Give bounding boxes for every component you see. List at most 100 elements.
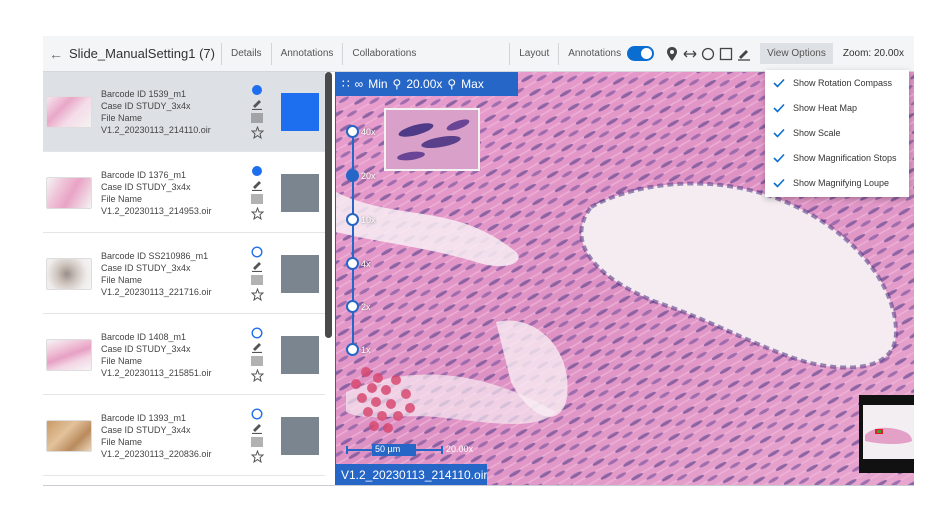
zoom-min-button[interactable]: Min [368, 77, 387, 91]
slide-actions [247, 327, 267, 382]
zoom-out-icon[interactable]: ⚲ [393, 77, 402, 91]
menu-item-label: Show Scale [793, 127, 841, 138]
case-id: Case ID STUDY_3x4x [101, 100, 191, 111]
checkmark-icon [773, 178, 785, 188]
pen-icon[interactable] [736, 45, 752, 63]
grid-icon[interactable]: ∷ [342, 77, 350, 91]
slide-meta: Barcode ID 1539_m1 Case ID STUDY_3x4x Fi… [101, 88, 241, 136]
view-options-menu: Show Rotation Compass Show Heat Map Show… [765, 70, 909, 197]
slide-list-item[interactable]: Barcode ID SS210986_m1 Case ID STUDY_3x4… [43, 234, 325, 314]
barcode-id: Barcode ID SS210986_m1 [101, 250, 209, 261]
pen-icon[interactable] [251, 179, 263, 191]
case-id: Case ID STUDY_3x4x [101, 343, 191, 354]
star-icon[interactable] [250, 450, 264, 463]
pen-icon[interactable] [251, 260, 263, 272]
slide-actions [247, 84, 267, 139]
case-id: Case ID STUDY_3x4x [101, 262, 191, 273]
menu-item-scale[interactable]: Show Scale [765, 120, 909, 145]
slide-list-item[interactable]: Barcode ID 1539_m1 Case ID STUDY_3x4x Fi… [43, 72, 325, 152]
barcode-icon[interactable] [251, 436, 263, 448]
pen-icon[interactable] [251, 422, 263, 434]
mag-stop-1x[interactable] [346, 343, 359, 356]
slide-thumbnail [46, 338, 92, 371]
status-open-icon[interactable] [251, 246, 263, 258]
layout-button[interactable]: Layout [510, 48, 558, 59]
slide-list: Barcode ID 1539_m1 Case ID STUDY_3x4x Fi… [43, 72, 335, 486]
menu-item-label: Show Heat Map [793, 102, 858, 113]
menu-item-magnifying-loupe[interactable]: Show Magnifying Loupe [765, 170, 909, 195]
mag-stop-10x[interactable] [346, 213, 359, 226]
magnifying-loupe[interactable] [384, 108, 480, 171]
slide-list-item[interactable]: Barcode ID 1376_m1 Case ID STUDY_3x4x Fi… [43, 153, 325, 233]
barcode-id: Barcode ID 1539_m1 [101, 88, 187, 99]
file-name-label: File Name [101, 274, 143, 285]
star-icon[interactable] [250, 369, 264, 382]
pen-icon[interactable] [251, 341, 263, 353]
zoom-readout: Zoom: 20.00x [842, 48, 904, 59]
barcode-icon[interactable] [251, 274, 263, 286]
mag-stop-20x[interactable] [346, 169, 359, 182]
status-open-icon[interactable] [251, 327, 263, 339]
status-open-icon[interactable] [251, 408, 263, 420]
annotations-toggle-label: Annotations [568, 48, 622, 59]
zoom-max-button[interactable]: Max [461, 77, 484, 91]
slide-color-swatch [281, 173, 319, 212]
zoom-in-icon[interactable]: ⚲ [447, 77, 456, 91]
tab-details[interactable]: Details [222, 48, 271, 59]
slide-meta: Barcode ID 1393_m1 Case ID STUDY_3x4x Fi… [101, 412, 241, 460]
mag-stop-label: 20x [361, 171, 376, 181]
rectangle-icon[interactable] [718, 45, 734, 63]
unlink-icon[interactable]: ∞ [355, 77, 364, 91]
slide-list-item[interactable]: Barcode ID 1408_m1 Case ID STUDY_3x4x Fi… [43, 315, 325, 395]
magnification-rail [352, 130, 354, 355]
checkmark-icon [773, 78, 785, 88]
mag-stop-4x[interactable] [346, 257, 359, 270]
tab-collaborations[interactable]: Collaborations [343, 48, 425, 59]
menu-item-magnification-stops[interactable]: Show Magnification Stops [765, 145, 909, 170]
star-icon[interactable] [250, 288, 264, 301]
checkmark-icon [773, 153, 785, 163]
menu-item-heat-map[interactable]: Show Heat Map [765, 95, 909, 120]
view-options-button[interactable]: View Options [760, 43, 833, 64]
pen-icon[interactable] [251, 98, 263, 110]
menu-item-rotation-compass[interactable]: Show Rotation Compass [765, 70, 909, 95]
mag-stop-40x[interactable] [346, 125, 359, 138]
mag-stop-2x[interactable] [346, 300, 359, 313]
circle-icon[interactable] [700, 45, 716, 63]
viewer-filename: V1.2_20230113_214110.oir [336, 464, 487, 486]
file-name-label: File Name [101, 112, 143, 123]
file-name: V1.2_20230113_220836.oir [101, 448, 212, 459]
star-icon[interactable] [250, 126, 264, 139]
tab-annotations[interactable]: Annotations [272, 48, 343, 59]
scale-zoom: 20.00x [446, 444, 474, 454]
pin-icon[interactable] [664, 45, 680, 63]
slide-thumbnail [46, 95, 92, 128]
barcode-icon[interactable] [251, 193, 263, 205]
mag-stop-label: 4x [361, 259, 371, 269]
file-name-label: File Name [101, 436, 143, 447]
menu-item-label: Show Rotation Compass [793, 77, 893, 88]
file-name: V1.2_20230113_221716.oir [101, 286, 212, 297]
slide-list-scrollbar[interactable] [325, 72, 332, 338]
file-name: V1.2_20230113_214953.oir [101, 205, 212, 216]
status-filled-icon[interactable] [251, 84, 263, 96]
status-filled-icon[interactable] [251, 165, 263, 177]
barcode-id: Barcode ID 1408_m1 [101, 331, 187, 342]
mag-stop-label: 1x [361, 345, 371, 355]
star-icon[interactable] [250, 207, 264, 220]
measure-icon[interactable] [682, 45, 698, 63]
viewer-toolbar: ∷ ∞ Min ⚲ 20.00x ⚲ Max [336, 72, 518, 96]
barcode-icon[interactable] [251, 112, 263, 124]
slide-thumbnail [46, 419, 92, 452]
minimap[interactable] [859, 395, 914, 473]
barcode-icon[interactable] [251, 355, 263, 367]
scale-label: 50 µm [375, 444, 401, 454]
zoom-value: 20.00x [406, 77, 443, 91]
slide-color-swatch [281, 416, 319, 455]
minimap-thumbnail [863, 405, 914, 459]
annotations-toggle[interactable] [627, 46, 655, 61]
arrow-left-icon[interactable]: ← [43, 46, 69, 62]
slide-list-item[interactable]: Barcode ID 1393_m1 Case ID STUDY_3x4x Fi… [43, 396, 325, 476]
mag-stop-label: 40x [361, 127, 376, 137]
slide-meta: Barcode ID SS210986_m1 Case ID STUDY_3x4… [101, 250, 241, 298]
